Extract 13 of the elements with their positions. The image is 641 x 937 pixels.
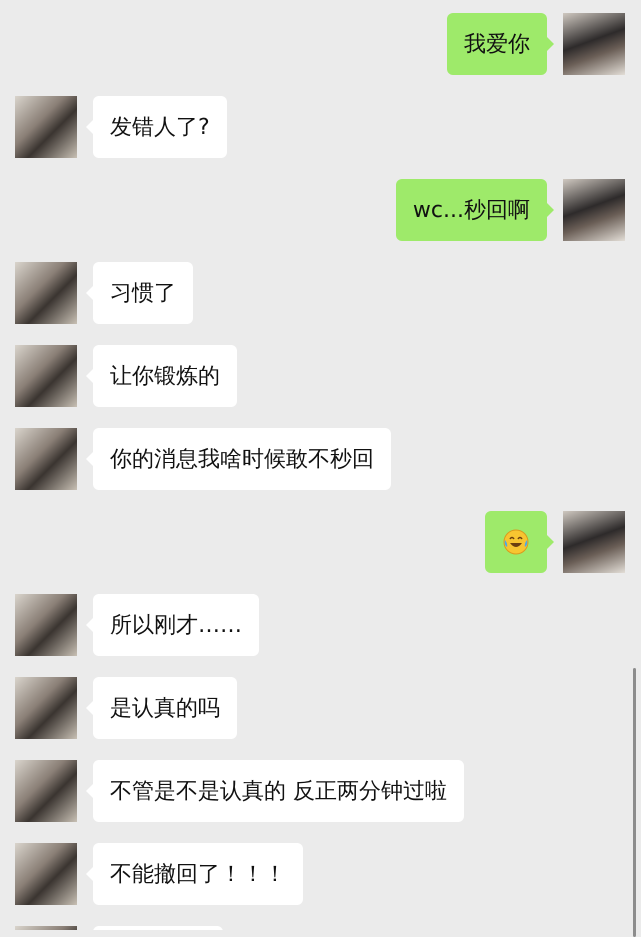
- avatar-photo[interactable]: [15, 594, 77, 656]
- avatar-photo[interactable]: [15, 96, 77, 158]
- avatar-photo[interactable]: [15, 262, 77, 324]
- avatar-photo[interactable]: [563, 13, 625, 75]
- avatar-photo[interactable]: [15, 428, 77, 490]
- avatar-photo[interactable]: [15, 677, 77, 739]
- avatar-photo[interactable]: [15, 345, 77, 407]
- avatar-photo[interactable]: [15, 760, 77, 822]
- avatar-photo[interactable]: [563, 511, 625, 573]
- scrollbar-thumb[interactable]: [633, 668, 636, 937]
- laughing-tears-emoji-icon: [502, 528, 530, 556]
- avatar-photo[interactable]: [563, 179, 625, 241]
- avatar-photo[interactable]: [15, 843, 77, 905]
